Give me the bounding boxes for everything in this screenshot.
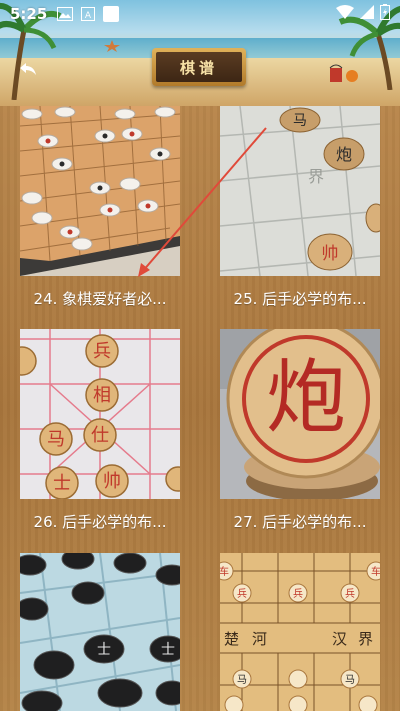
notification-square-icon (103, 6, 120, 22)
piece-label: 士 (53, 473, 71, 494)
wifi-icon (336, 5, 354, 23)
status-time: 5:25 (10, 5, 48, 23)
thumbnail-board-overview (20, 106, 180, 276)
record-card-caption: 25. 后手必学的布... (233, 290, 367, 308)
thumbnail-board-closeup: 马 炮 界 帅 (220, 106, 380, 276)
river-text: 楚 (224, 630, 239, 648)
river-text: 界 (358, 630, 373, 648)
board-river-text: 界 (308, 167, 324, 186)
record-card-25[interactable]: 马 炮 界 帅 25. 后手必学的布... (220, 106, 380, 309)
starfish-icon (104, 40, 120, 52)
piece-label: 士 (97, 642, 111, 658)
battery-charging-icon (380, 4, 390, 24)
piece-label: 兵 (345, 587, 355, 600)
record-card-28[interactable]: 士 士 (20, 553, 180, 711)
piece-label: 马 (47, 429, 65, 450)
piece-label: 兵 (93, 341, 111, 362)
piece-label: 车 (220, 565, 229, 578)
piece-label: 兵 (293, 587, 303, 600)
piece-label: 仕 (91, 425, 109, 446)
record-card-29[interactable]: 楚 河 汉 界 车 车 兵 兵 兵 马 马 (220, 553, 380, 711)
back-button[interactable] (14, 58, 42, 82)
beach-bucket-icon (329, 64, 358, 82)
river-text: 汉 (332, 630, 347, 648)
piece-label: 马 (293, 113, 307, 129)
record-card-caption: 24. 象棋爱好者必... (33, 290, 167, 308)
image-icon (57, 7, 74, 21)
piece-label: 炮 (266, 351, 346, 444)
thumbnail-full-board: 楚 河 汉 界 车 车 兵 兵 兵 马 马 (220, 553, 380, 711)
title-plaque: 棋谱 (152, 48, 246, 86)
record-card-27[interactable]: 炮 27. 后手必学的布... (220, 329, 380, 532)
piece-label: 炮 (336, 145, 352, 164)
status-bar: 5:25 A (0, 0, 400, 28)
back-arrow-icon (20, 63, 36, 75)
piece-label: 帅 (322, 244, 339, 264)
piece-label: 帅 (103, 471, 121, 492)
thumbnail-red-pieces: 兵 相 马 仕 士 帅 (20, 329, 180, 499)
record-card-caption: 27. 后手必学的布... (233, 513, 367, 531)
piece-label: 士 (161, 642, 175, 658)
piece-label: 马 (345, 674, 355, 686)
river-text: 河 (252, 630, 267, 648)
piece-label: 相 (93, 385, 111, 406)
piece-label: 车 (371, 565, 380, 578)
page-title: 棋谱 (156, 52, 242, 82)
record-card-26[interactable]: 兵 相 马 仕 士 帅 26. 后手必学的布... (20, 329, 180, 532)
piece-label: 马 (237, 674, 247, 686)
piece-label: 兵 (237, 587, 247, 600)
thumbnail-cannon-piece: 炮 (220, 329, 380, 499)
svg-text:A: A (85, 11, 92, 21)
record-card-caption: 26. 后手必学的布... (33, 513, 167, 531)
status-right (336, 4, 390, 24)
signal-icon (360, 5, 374, 23)
record-card-24[interactable]: 24. 象棋爱好者必... (20, 106, 180, 309)
thumbnail-black-pieces: 士 士 (20, 553, 180, 711)
text-a-icon: A (81, 7, 96, 21)
